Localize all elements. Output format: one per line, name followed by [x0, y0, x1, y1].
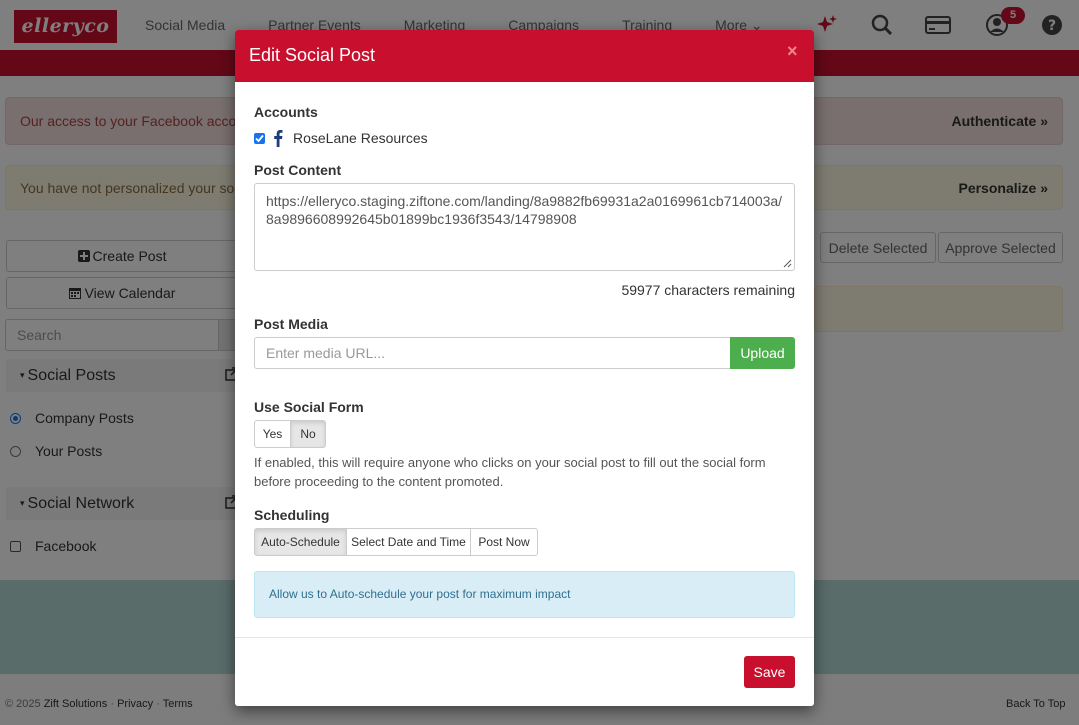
- scheduling-options: Auto-Schedule Select Date and Time Post …: [254, 528, 538, 556]
- post-content-text: https://elleryco.staging.ziftone.com/lan…: [266, 193, 783, 227]
- edit-social-post-modal: Edit Social Post × Accounts RoseLane Res…: [235, 30, 814, 706]
- save-button[interactable]: Save: [744, 656, 795, 688]
- modal-header: Edit Social Post ×: [235, 30, 814, 82]
- post-media-label: Post Media: [254, 316, 328, 332]
- media-url-input[interactable]: Enter media URL...: [254, 337, 731, 369]
- modal-footer: Save: [235, 637, 814, 706]
- scheduling-info: Allow us to Auto-schedule your post for …: [254, 571, 795, 618]
- social-form-yes-button[interactable]: Yes: [254, 420, 291, 448]
- social-form-help-text: If enabled, this will require anyone who…: [254, 455, 766, 489]
- post-content-textarea[interactable]: https://elleryco.staging.ziftone.com/lan…: [254, 183, 795, 271]
- scheduling-label: Scheduling: [254, 507, 330, 523]
- upload-button[interactable]: Upload: [730, 337, 795, 369]
- characters-remaining: 59977 characters remaining: [621, 282, 795, 298]
- account-item[interactable]: RoseLane Resources: [254, 129, 428, 147]
- post-content-label: Post Content: [254, 162, 342, 178]
- accounts-label: Accounts: [254, 104, 318, 120]
- resize-grip-icon[interactable]: [783, 259, 792, 268]
- social-form-toggle: Yes No: [254, 420, 326, 448]
- facebook-icon: [274, 130, 283, 147]
- post-now-button[interactable]: Post Now: [470, 528, 538, 556]
- select-date-time-button[interactable]: Select Date and Time: [346, 528, 471, 556]
- account-name: RoseLane Resources: [293, 130, 428, 146]
- modal-title: Edit Social Post: [249, 45, 376, 65]
- social-form-no-button[interactable]: No: [290, 420, 326, 448]
- auto-schedule-button[interactable]: Auto-Schedule: [254, 528, 347, 556]
- account-checkbox[interactable]: [254, 132, 265, 144]
- close-icon[interactable]: ×: [787, 42, 798, 60]
- use-social-form-label: Use Social Form: [254, 399, 364, 415]
